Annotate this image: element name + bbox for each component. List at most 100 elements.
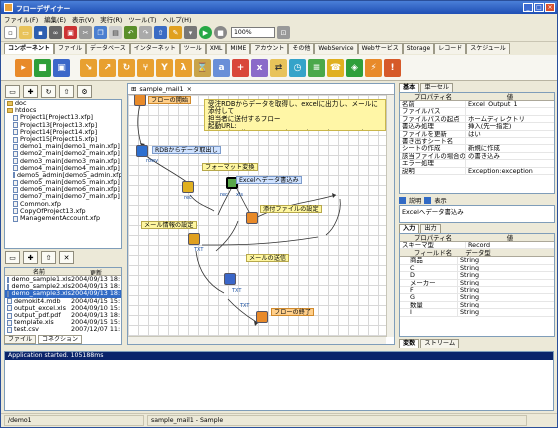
menu-edit[interactable]: 編集(E) [44,15,66,24]
property-value[interactable]: 新規に作成 [466,145,554,151]
variable-component-icon[interactable]: x [251,58,268,77]
file-row[interactable]: demo_sample2.xls 2004/09/13 18: [5,283,121,290]
maximize-button[interactable]: □ [534,3,544,12]
send-node-icon[interactable] [224,273,236,285]
node-format-convert[interactable]: フォーマット変換 [202,163,258,171]
add-folder-icon[interactable]: ✚ [23,85,38,98]
tab-tools[interactable]: ツール [179,43,206,54]
checkbox-icon[interactable] [399,197,406,204]
node-mail-info[interactable]: メール情報の設定 [141,221,197,229]
attach-node-icon[interactable] [246,212,258,224]
property-row[interactable]: 説明 Exception:exception [400,167,554,175]
node-flow-end[interactable]: フローの終了 [271,308,315,316]
call-component-icon[interactable]: ☎ [327,58,344,77]
rdb-node-icon[interactable] [136,145,148,157]
tab-input[interactable]: 入力 [399,224,420,233]
condition-component-icon[interactable]: ⑂ [137,58,154,77]
redo-icon[interactable]: ↷ [139,26,152,39]
node-excel-write[interactable]: Excelへデータ書込み [236,176,302,184]
description-text[interactable]: Excelへデータ書込み [399,205,555,223]
start-node-icon[interactable] [134,95,146,106]
subflow-component-icon[interactable]: ▣ [53,58,70,77]
tree-item[interactable]: ManagementAccount.xfp [5,214,121,222]
tab-file[interactable]: ファイル [54,43,87,54]
node-mail-send[interactable]: メールの送信 [246,254,290,262]
tab-output[interactable]: 出力 [420,224,441,233]
close-tab-icon[interactable]: × [187,84,192,94]
property-row[interactable]: 該当ファイルの場合の処理の書き込み [400,152,554,161]
tab-files[interactable]: ファイル [4,335,37,344]
mapper-component-icon[interactable]: ⇄ [270,58,287,77]
timer-component-icon[interactable]: ◷ [289,58,306,77]
column-updated[interactable]: 更新 [71,268,121,275]
tab-component[interactable]: コンポーネント [4,43,55,54]
undo-icon[interactable]: ↶ [124,26,137,39]
tab-internet[interactable]: インターネット [129,43,180,54]
trigger-component-icon[interactable]: ⚡ [365,58,382,77]
merge-component-icon[interactable]: ↗ [99,58,116,77]
property-value[interactable]: の書き込み [466,153,554,159]
node-flow-start[interactable]: フローの開始 [148,96,192,104]
field-row[interactable]: G String [400,294,554,302]
new-folder-icon[interactable]: ✚ [23,251,38,264]
deploy-icon[interactable]: ⇧ [154,26,167,39]
format-node-icon[interactable] [182,181,194,193]
tab-schedule[interactable]: スケジュール [466,43,510,54]
property-row[interactable]: 書込み処理 挿入(先一指定) [400,123,554,131]
property-value[interactable]: Exception:exception [466,168,554,174]
loop-component-icon[interactable]: ↻ [118,58,135,77]
open-folder-icon[interactable]: ▭ [5,251,20,264]
debug-icon[interactable]: ✎ [169,26,182,39]
end-component-icon[interactable]: ■ [34,58,51,77]
play-icon[interactable]: ▶ [199,26,212,39]
minimize-button[interactable]: _ [523,3,533,12]
menu-tools[interactable]: ツール(T) [128,15,156,24]
vertical-scrollbar[interactable] [386,95,394,337]
node-attach-setting[interactable]: 添付ファイルの設定 [260,205,322,213]
field-row[interactable]: F String [400,286,554,295]
branch-component-icon[interactable]: ↘ [80,58,97,77]
tab-storage[interactable]: Storage [402,43,435,54]
menu-file[interactable]: ファイル(F) [4,15,38,24]
save-icon[interactable]: ▪ [34,26,47,39]
property-row[interactable]: ファイルパス [400,108,554,116]
log-component-icon[interactable]: ≡ [308,58,325,77]
file-row[interactable]: demo_sample3.xls 2004/09/13 18: [5,290,121,298]
tab-connection[interactable]: コネクション [38,335,83,344]
tab-mime[interactable]: MIME [226,43,251,54]
tab-other[interactable]: その他 [288,43,315,54]
cut-icon[interactable]: ✂ [79,26,92,39]
property-row[interactable]: ファイルパスの起点 ホームディレクトリ [400,115,554,124]
folder-icon[interactable]: ▭ [5,85,20,98]
tab-variables[interactable]: 変数 [399,339,420,348]
delete-icon[interactable]: ✕ [59,251,74,264]
property-row[interactable]: シートの作成 新規に作成 [400,145,554,153]
file-row[interactable]: output_pdf.pdf 2004/09/13 18: [5,312,121,319]
menu-view[interactable]: 表示(V) [72,15,94,24]
tab-single-cell[interactable]: 単一セル [420,83,454,92]
field-row[interactable]: 数量 String [400,301,554,310]
file-row[interactable]: output_excel.xls 2004/09/10 15: [5,305,121,312]
refresh-icon[interactable]: ↻ [41,85,56,98]
settings-icon[interactable]: ⚙ [77,85,92,98]
property-value[interactable] [466,108,554,114]
file-row[interactable]: test.csv 2007/12/07 11: [5,326,121,333]
schema-type-value[interactable]: Record [466,242,554,248]
string-component-icon[interactable]: a [213,58,230,77]
field-row[interactable]: メーカー String [400,279,554,287]
tab-webservice[interactable]: WebService [314,43,358,54]
stop-icon[interactable]: ■ [214,26,227,39]
field-row[interactable]: I String [400,309,554,317]
property-row[interactable]: 書き出すシート名 [400,137,554,146]
field-row[interactable]: 商品 String [400,257,554,265]
file-row[interactable]: template.xls 2004/09/15 15: [5,319,121,326]
find-icon[interactable]: ∞ [49,26,62,39]
tab-database[interactable]: データベース [86,43,130,54]
property-row[interactable]: ファイルを更新 はい [400,130,554,138]
tab-xml[interactable]: XML [205,43,227,54]
close-button[interactable]: × [545,3,555,12]
new-file-icon[interactable]: ▫ [4,26,17,39]
horizontal-scrollbar[interactable] [128,336,386,344]
chevron-down-icon[interactable]: ▾ [184,26,197,39]
join-component-icon[interactable]: λ [175,58,192,77]
